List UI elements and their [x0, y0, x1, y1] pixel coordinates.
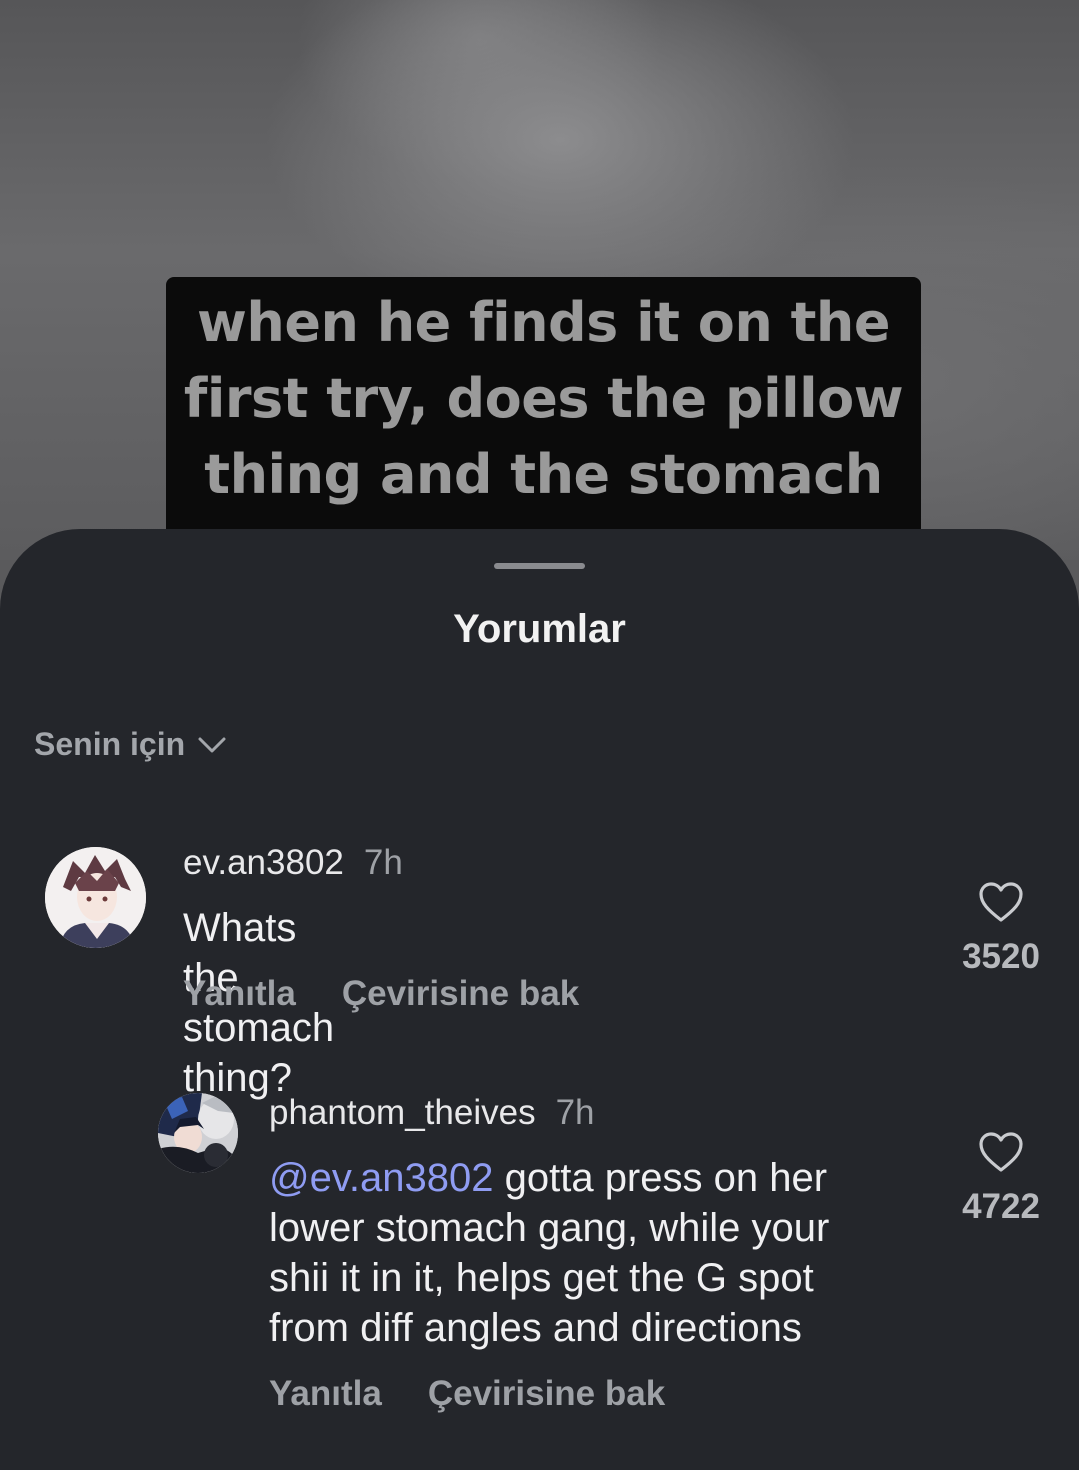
avatar[interactable] — [45, 847, 146, 948]
heart-icon — [979, 882, 1023, 922]
comment-text-line: gotta press on her — [504, 1156, 828, 1200]
comments-sheet: Yorumlar Senin için ev.an3802 7h Whats th… — [0, 529, 1079, 1470]
comment-text-line: shii it in it, helps get the G spot — [269, 1256, 814, 1300]
comment-time: 7h — [555, 1093, 595, 1132]
drag-handle[interactable] — [494, 563, 585, 569]
comment-username[interactable]: ev.an3802 7h — [183, 843, 403, 883]
sort-dropdown[interactable]: Senin için — [34, 726, 227, 763]
comment-text: @ev.an3802 gotta press on her lower stom… — [269, 1153, 909, 1353]
avatar-image — [45, 847, 146, 948]
comment-actions: Yanıtla Çevirisine bak — [269, 1374, 665, 1414]
mention-link[interactable]: @ev.an3802 — [269, 1156, 493, 1200]
comment-actions: Yanıtla Çevirisine bak — [183, 974, 579, 1014]
see-translation-button[interactable]: Çevirisine bak — [428, 1374, 665, 1414]
username-text: phantom_theives — [269, 1093, 536, 1132]
caption-line: thing and the stomach — [204, 443, 883, 506]
avatar[interactable] — [158, 1093, 238, 1173]
heart-icon — [979, 1132, 1023, 1172]
see-translation-button[interactable]: Çevirisine bak — [342, 974, 579, 1014]
like-button[interactable]: 4722 — [951, 1131, 1051, 1227]
like-count: 4722 — [962, 1187, 1040, 1226]
chevron-down-icon — [198, 737, 226, 752]
avatar-image — [158, 1093, 238, 1173]
sheet-title: Yorumlar — [453, 607, 626, 651]
reply-button[interactable]: Yanıtla — [183, 974, 296, 1014]
reply-button[interactable]: Yanıtla — [269, 1374, 382, 1414]
sort-label: Senin için — [34, 726, 186, 762]
like-count: 3520 — [962, 937, 1040, 976]
username-text: ev.an3802 — [183, 843, 344, 882]
comment-text-line: from diff angles and directions — [269, 1306, 802, 1350]
comment-username[interactable]: phantom_theives 7h — [269, 1093, 595, 1133]
comment-text-line: lower stomach gang, while your — [269, 1206, 830, 1250]
caption-line: when he finds it on the — [197, 291, 890, 354]
caption-line: first try, does the pillow — [183, 367, 904, 430]
like-button[interactable]: 3520 — [951, 881, 1051, 977]
comment-time: 7h — [363, 843, 403, 882]
